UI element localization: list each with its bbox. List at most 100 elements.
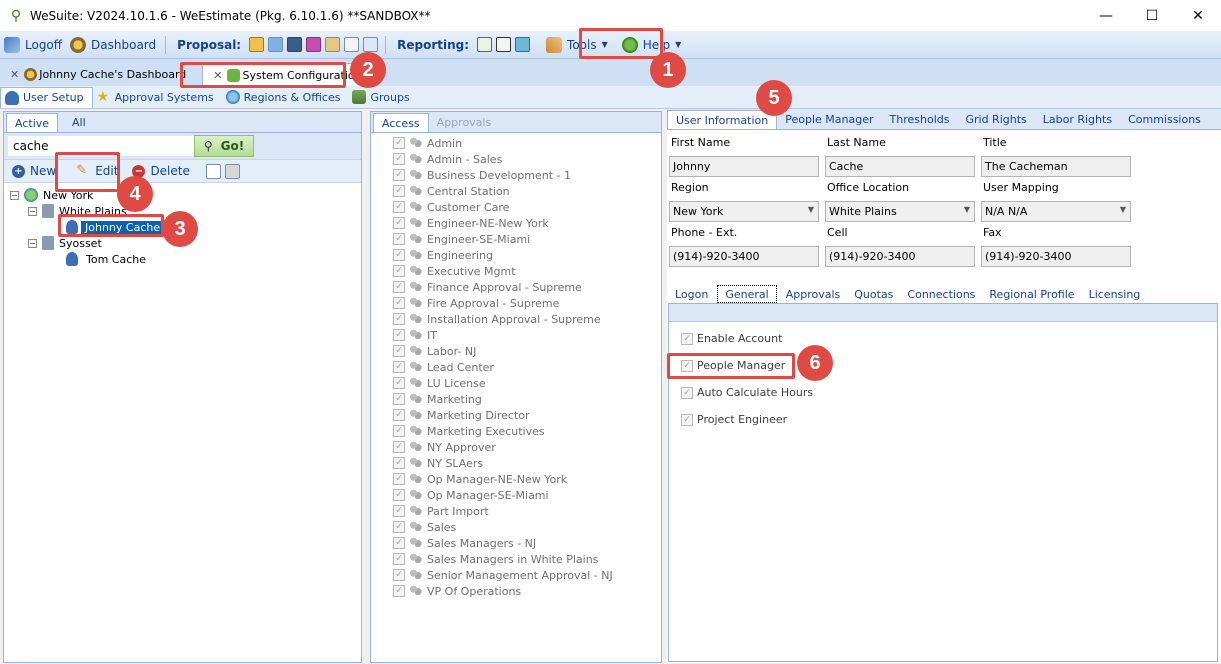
list-item[interactable]: ✓ NY Approver — [393, 439, 661, 455]
checkmark-icon[interactable]: ✓ — [393, 233, 405, 245]
list-item[interactable]: ✓ Sales — [393, 519, 661, 535]
report-cube-icon[interactable] — [515, 37, 531, 52]
tab-approvals[interactable]: Approvals — [429, 113, 500, 132]
list-item[interactable]: ✓ Labor- NJ — [393, 343, 661, 359]
checkmark-icon[interactable]: ✓ — [393, 137, 405, 149]
checkmark-icon[interactable]: ✓ — [393, 377, 405, 389]
checkmark-icon[interactable]: ✓ — [393, 489, 405, 501]
list-item[interactable]: ✓ Marketing — [393, 391, 661, 407]
list-item[interactable]: ✓ Engineer-SE-Miami — [393, 231, 661, 247]
close-button[interactable]: ✕ — [1175, 0, 1221, 31]
checkmark-icon[interactable]: ✓ — [393, 569, 405, 581]
checkmark-icon[interactable]: ✓ — [393, 361, 405, 373]
checkmark-icon[interactable]: ✓ — [393, 441, 405, 453]
list-item[interactable]: ✓ VP Of Operations — [393, 583, 661, 599]
list-item[interactable]: ✓ Marketing Executives — [393, 423, 661, 439]
list-item[interactable]: ✓ Installation Approval - Supreme — [393, 311, 661, 327]
proposal-clipboard-icon[interactable] — [325, 37, 341, 52]
tab-user-information[interactable]: User Information — [667, 110, 778, 129]
report-trend-icon[interactable] — [496, 37, 512, 52]
tab-groups[interactable]: Groups — [348, 87, 417, 108]
checkmark-icon[interactable]: ✓ — [393, 265, 405, 277]
fax-field[interactable]: (914)-920-3400 — [981, 246, 1131, 267]
proposal-document-icon[interactable] — [344, 37, 360, 52]
checkmark-icon[interactable]: ✓ — [393, 393, 405, 405]
list-item[interactable]: ✓ IT — [393, 327, 661, 343]
maximize-button[interactable]: ☐ — [1129, 0, 1175, 31]
tab-approvals-settings[interactable]: Approvals — [779, 285, 848, 303]
minimize-button[interactable]: — — [1083, 0, 1129, 31]
office-location-select[interactable]: White Plains ▼ — [825, 201, 975, 222]
tab-approval-systems[interactable]: ★ Approval Systems — [93, 87, 222, 108]
first-name-field[interactable]: Johnny — [669, 156, 819, 177]
user-mapping-select[interactable]: N/A N/A ▼ — [981, 201, 1131, 222]
close-tab-icon[interactable]: ✕ — [10, 68, 19, 81]
proposal-chart-icon[interactable] — [363, 37, 379, 52]
tab-regions-offices[interactable]: Regions & Offices — [222, 87, 349, 108]
checkmark-icon[interactable]: ✓ — [393, 553, 405, 565]
tab-connections[interactable]: Connections — [900, 285, 982, 303]
list-item[interactable]: ✓ Business Development - 1 — [393, 167, 661, 183]
tab-user-setup[interactable]: User Setup — [0, 86, 93, 108]
tab-grid-rights[interactable]: Grid Rights — [957, 110, 1034, 129]
list-item[interactable]: ✓ Op Manager-NE-New York — [393, 471, 661, 487]
checkmark-icon[interactable]: ✓ — [393, 425, 405, 437]
list-item[interactable]: ✓ Engineering — [393, 247, 661, 263]
tab-people-manager[interactable]: People Manager — [777, 110, 881, 129]
project-engineer-checkbox[interactable]: ✓ Project Engineer — [681, 413, 787, 426]
checkmark-icon[interactable]: ✓ — [393, 329, 405, 341]
list-item[interactable]: ✓ Senior Management Approval - NJ — [393, 567, 661, 583]
checkmark-icon[interactable]: ✓ — [393, 457, 405, 469]
phone-field[interactable]: (914)-920-3400 — [669, 246, 819, 267]
list-item[interactable]: ✓ Customer Care — [393, 199, 661, 215]
list-item[interactable]: ✓ Admin - Sales — [393, 151, 661, 167]
checkmark-icon[interactable]: ✓ — [393, 505, 405, 517]
checkmark-icon[interactable]: ✓ — [393, 521, 405, 533]
list-item[interactable]: ✓ LU License — [393, 375, 661, 391]
list-item[interactable]: ✓ Executive Mgmt — [393, 263, 661, 279]
dashboard-button[interactable]: Dashboard — [66, 34, 160, 56]
checkmark-icon[interactable]: ✓ — [393, 169, 405, 181]
list-item[interactable]: ✓ Admin — [393, 135, 661, 151]
tab-licensing[interactable]: Licensing — [1082, 285, 1148, 303]
collapse-icon[interactable]: − — [28, 206, 37, 216]
checkmark-icon[interactable]: ✓ — [393, 585, 405, 597]
go-button[interactable]: ⚲ Go! — [194, 135, 254, 157]
new-button[interactable]: + New — [12, 164, 56, 178]
checkmark-icon[interactable]: ✓ — [393, 153, 405, 165]
proposal-tools-icon[interactable] — [268, 37, 284, 52]
checkmark-icon[interactable]: ✓ — [393, 297, 405, 309]
tab-commissions[interactable]: Commissions — [1120, 110, 1209, 129]
report-line-chart-icon[interactable] — [477, 37, 493, 52]
tab-dashboard[interactable]: ✕ Johnny Cache's Dashboard — [6, 63, 194, 86]
proposal-list-icon[interactable] — [306, 37, 322, 52]
checkmark-icon[interactable]: ✓ — [393, 281, 405, 293]
cell-field[interactable]: (914)-920-3400 — [825, 246, 975, 267]
tab-general[interactable]: General — [717, 285, 777, 303]
checkmark-icon[interactable]: ✓ — [393, 201, 405, 213]
tab-all[interactable]: All — [64, 113, 94, 132]
list-item[interactable]: ✓ Lead Center — [393, 359, 661, 375]
tab-active[interactable]: Active — [6, 113, 59, 132]
list-item[interactable]: ✓ Central Station — [393, 183, 661, 199]
copy-icon[interactable] — [205, 163, 221, 179]
tab-access[interactable]: Access — [373, 113, 429, 132]
list-item[interactable]: ✓ Part Import — [393, 503, 661, 519]
checkmark-icon[interactable]: ✓ — [393, 473, 405, 485]
tab-labor-rights[interactable]: Labor Rights — [1035, 110, 1120, 129]
tree-node-user[interactable]: Tom Cache — [10, 251, 361, 267]
tab-quotas[interactable]: Quotas — [847, 285, 900, 303]
collapse-icon[interactable]: − — [10, 190, 19, 200]
list-item[interactable]: ✓ NY SLAers — [393, 455, 661, 471]
checkmark-icon[interactable]: ✓ — [393, 185, 405, 197]
checkmark-icon[interactable]: ✓ — [393, 345, 405, 357]
logoff-button[interactable]: Logoff — [0, 34, 66, 56]
checkmark-icon[interactable]: ✓ — [393, 313, 405, 325]
checkmark-icon[interactable]: ✓ — [393, 537, 405, 549]
collapse-icon[interactable]: − — [28, 238, 37, 248]
auto-calculate-hours-checkbox[interactable]: ✓ Auto Calculate Hours — [681, 386, 813, 399]
checkmark-icon[interactable]: ✓ — [393, 409, 405, 421]
list-item[interactable]: ✓ Sales Managers - NJ — [393, 535, 661, 551]
tab-thresholds[interactable]: Thresholds — [882, 110, 958, 129]
checkmark-icon[interactable]: ✓ — [393, 249, 405, 261]
